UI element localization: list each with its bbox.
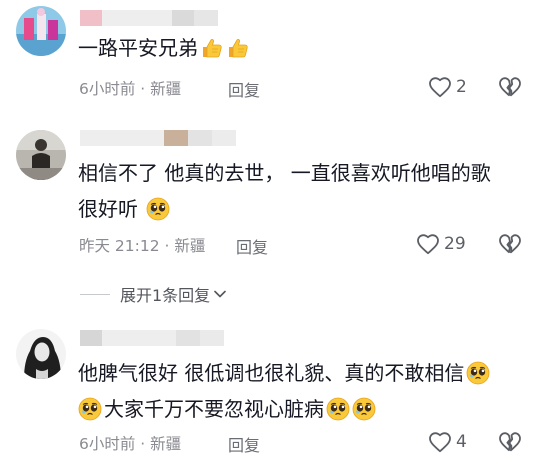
heart-outline-icon — [428, 76, 452, 98]
broken-heart-icon — [498, 233, 522, 255]
like-button[interactable]: 2 — [428, 76, 467, 98]
comment-location: 新疆 — [174, 237, 206, 255]
like-count: 2 — [456, 77, 467, 97]
pleading-face-emoji-icon — [326, 397, 350, 421]
expand-replies-label: 展开1条回复 — [120, 286, 211, 305]
like-button[interactable]: 4 — [428, 431, 467, 453]
comment-meta: 6小时前 · 新疆 — [79, 435, 182, 453]
comment-text: 相信不了 他真的去世， 一直很喜欢听他唱的歌 很好听 — [78, 155, 491, 227]
heart-outline-icon — [416, 233, 440, 255]
comment-text-line: 一路平安兄弟 — [78, 36, 198, 60]
comment-time: 6小时前 — [79, 435, 136, 453]
heart-outline-icon — [428, 431, 452, 453]
comment-text-line: 相信不了 他真的去世， 一直很喜欢听他唱的歌 — [78, 161, 491, 185]
avatar[interactable] — [16, 329, 66, 379]
comment-location: 新疆 — [150, 80, 182, 98]
username-blurred[interactable] — [80, 330, 224, 346]
pleading-face-emoji-icon — [78, 397, 102, 421]
dislike-button[interactable] — [498, 431, 522, 457]
comment-location: 新疆 — [150, 435, 182, 453]
like-count: 29 — [444, 234, 466, 254]
like-button[interactable]: 29 — [416, 233, 466, 255]
comment-text-line: 大家千万不要忽视心脏病 — [104, 397, 324, 421]
comment-meta: 昨天 21:12 · 新疆 — [79, 237, 206, 255]
reply-button[interactable]: 回复 — [228, 77, 260, 101]
comment-text-line: 很好听 — [78, 197, 138, 221]
divider — [80, 293, 110, 295]
thumbs-up-emoji-icon — [200, 36, 224, 60]
like-count: 4 — [456, 432, 467, 452]
pleading-face-emoji-icon — [146, 197, 170, 221]
comment-text: 他脾气很好 很低调也很礼貌、真的不敢相信 大家千万不要忽视心脏病 — [78, 355, 490, 427]
broken-heart-icon — [498, 431, 522, 453]
avatar[interactable] — [16, 130, 66, 180]
dislike-button[interactable] — [498, 76, 522, 102]
dislike-button[interactable] — [498, 233, 522, 259]
pleading-face-emoji-icon — [352, 397, 376, 421]
comment-text: 一路平安兄弟 — [78, 30, 250, 66]
comment-text-line: 他脾气很好 很低调也很礼貌、真的不敢相信 — [78, 361, 465, 385]
avatar[interactable] — [16, 6, 66, 56]
reply-button[interactable]: 回复 — [236, 234, 268, 258]
username-blurred[interactable] — [80, 10, 218, 26]
comment-meta: 6小时前 · 新疆 — [79, 80, 182, 98]
thumbs-up-emoji-icon — [226, 36, 250, 60]
reply-button[interactable]: 回复 — [228, 432, 260, 456]
chevron-down-icon — [214, 290, 226, 298]
comment-time: 6小时前 — [79, 80, 136, 98]
pleading-face-emoji-icon — [466, 361, 490, 385]
username-blurred[interactable] — [80, 130, 236, 146]
broken-heart-icon — [498, 76, 522, 98]
expand-replies-button[interactable]: 展开1条回复 — [80, 282, 226, 306]
comment-time: 昨天 21:12 — [79, 237, 160, 255]
